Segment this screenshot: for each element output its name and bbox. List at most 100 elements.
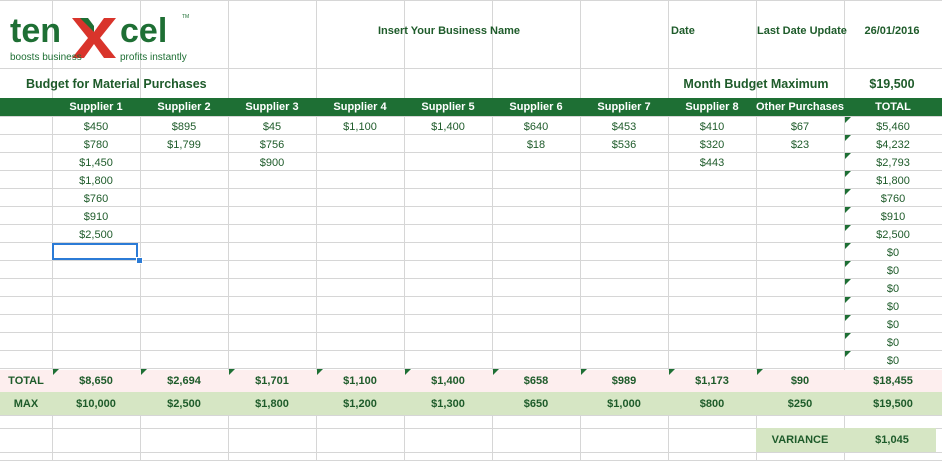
comment-indicator-icon bbox=[845, 297, 851, 303]
grid-hline bbox=[0, 350, 942, 351]
comment-indicator-icon bbox=[53, 369, 59, 375]
max-value[interactable]: $650 bbox=[492, 398, 580, 410]
table-cell[interactable]: $2,500 bbox=[52, 229, 140, 241]
total-value: $1,100 bbox=[343, 375, 377, 387]
max-value[interactable]: $1,000 bbox=[580, 398, 668, 410]
grid-hline bbox=[0, 206, 942, 207]
logo-brand-part1: ten bbox=[10, 12, 61, 50]
comment-indicator-icon bbox=[845, 207, 851, 213]
table-cell[interactable]: $23 bbox=[756, 139, 844, 151]
table-cell[interactable]: $1,400 bbox=[404, 121, 492, 133]
comment-indicator-icon bbox=[845, 189, 851, 195]
total-value: $18,455 bbox=[873, 375, 913, 387]
table-cell[interactable]: $5,460 bbox=[844, 121, 942, 133]
grid-hline bbox=[0, 314, 942, 315]
max-value[interactable]: $2,500 bbox=[140, 398, 228, 410]
max-value[interactable]: $800 bbox=[668, 398, 756, 410]
total-value: $989 bbox=[611, 375, 637, 387]
total-value: $1,173 bbox=[695, 375, 729, 387]
comment-indicator-icon bbox=[845, 243, 851, 249]
max-value[interactable]: $1,300 bbox=[404, 398, 492, 410]
comment-indicator-icon bbox=[845, 333, 851, 339]
fill-handle[interactable] bbox=[136, 257, 143, 264]
comment-indicator-icon bbox=[757, 369, 763, 375]
max-value[interactable]: $19,500 bbox=[844, 398, 942, 410]
table-cell[interactable]: $1,799 bbox=[140, 139, 228, 151]
table-cell[interactable]: $760 bbox=[52, 193, 140, 205]
comment-indicator-icon bbox=[845, 171, 851, 177]
total-value: $658 bbox=[523, 375, 549, 387]
logo-trademark: TM bbox=[182, 14, 189, 20]
table-cell[interactable]: $1,800 bbox=[844, 175, 942, 187]
table-cell[interactable]: $895 bbox=[140, 121, 228, 133]
table-cell[interactable]: $0 bbox=[844, 283, 942, 295]
logo-tagline-left: boosts business bbox=[10, 52, 82, 63]
table-cell[interactable]: $756 bbox=[228, 139, 316, 151]
table-cell[interactable]: $0 bbox=[844, 265, 942, 277]
table-cell[interactable]: $1,450 bbox=[52, 157, 140, 169]
table-cell[interactable]: $450 bbox=[52, 121, 140, 133]
comment-indicator-icon bbox=[845, 279, 851, 285]
max-value[interactable]: $250 bbox=[756, 398, 844, 410]
table-cell[interactable]: $0 bbox=[844, 301, 942, 313]
table-cell[interactable]: $900 bbox=[228, 157, 316, 169]
table-cell[interactable]: $910 bbox=[844, 211, 942, 223]
table-cell[interactable]: $0 bbox=[844, 337, 942, 349]
logo-tagline-right: profits instantly bbox=[120, 52, 187, 63]
column-header-supplier-1: Supplier 1 bbox=[69, 101, 123, 113]
table-cell[interactable]: $4,232 bbox=[844, 139, 942, 151]
logo-brand-part2: cel bbox=[120, 12, 167, 50]
table-cell[interactable]: $0 bbox=[844, 247, 942, 259]
table-cell[interactable]: $2,500 bbox=[844, 229, 942, 241]
table-cell[interactable]: $453 bbox=[580, 121, 668, 133]
total-value: $90 bbox=[790, 375, 810, 387]
comment-indicator-icon bbox=[669, 369, 675, 375]
last-update-value[interactable]: 26/01/2016 bbox=[845, 25, 939, 37]
comment-indicator-icon bbox=[493, 369, 499, 375]
selected-cell[interactable] bbox=[52, 243, 138, 260]
comment-indicator-icon bbox=[405, 369, 411, 375]
grid-hline bbox=[0, 0, 942, 1]
max-value[interactable]: $10,000 bbox=[52, 398, 140, 410]
month-budget-max-value[interactable]: $19,500 bbox=[845, 77, 939, 91]
grid-hline bbox=[0, 296, 942, 297]
comment-indicator-icon bbox=[845, 117, 851, 123]
table-cell[interactable]: $410 bbox=[668, 121, 756, 133]
column-header-total: TOTAL bbox=[875, 101, 911, 113]
date-label: Date bbox=[671, 25, 695, 37]
table-cell[interactable]: $0 bbox=[844, 319, 942, 331]
total-value: $1,400 bbox=[431, 375, 465, 387]
table-cell[interactable]: $780 bbox=[52, 139, 140, 151]
table-cell[interactable]: $45 bbox=[228, 121, 316, 133]
comment-indicator-icon bbox=[845, 261, 851, 267]
grid-hline bbox=[0, 170, 942, 171]
grid-hline bbox=[0, 188, 942, 189]
grid-hline bbox=[0, 224, 942, 225]
table-cell[interactable]: $320 bbox=[668, 139, 756, 151]
table-cell[interactable]: $2,793 bbox=[844, 157, 942, 169]
table-cell[interactable]: $760 bbox=[844, 193, 942, 205]
table-cell[interactable]: $640 bbox=[492, 121, 580, 133]
table-cell[interactable]: $0 bbox=[844, 355, 942, 367]
table-cell[interactable]: $67 bbox=[756, 121, 844, 133]
table-cell[interactable]: $443 bbox=[668, 157, 756, 169]
table-cell[interactable]: $1,100 bbox=[316, 121, 404, 133]
last-update-label: Last Date Update bbox=[757, 25, 847, 37]
table-cell[interactable]: $536 bbox=[580, 139, 668, 151]
variance-label: VARIANCE bbox=[771, 434, 829, 446]
grid-hline bbox=[0, 452, 942, 453]
table-cell[interactable]: $18 bbox=[492, 139, 580, 151]
grid-hline bbox=[0, 68, 942, 69]
month-budget-max-label: Month Budget Maximum bbox=[683, 77, 829, 91]
max-value[interactable]: $1,800 bbox=[228, 398, 316, 410]
comment-indicator-icon bbox=[845, 153, 851, 159]
table-cell[interactable]: $910 bbox=[52, 211, 140, 223]
column-header-supplier-7: Supplier 7 bbox=[597, 101, 651, 113]
comment-indicator-icon bbox=[845, 351, 851, 357]
business-name-cell[interactable]: Insert Your Business Name bbox=[318, 25, 580, 37]
max-value[interactable]: $1,200 bbox=[316, 398, 404, 410]
budget-title: Budget for Material Purchases bbox=[26, 77, 207, 91]
column-header-other-purchases: Other Purchases bbox=[756, 101, 845, 113]
variance-value[interactable]: $1,045 bbox=[845, 434, 939, 446]
table-cell[interactable]: $1,800 bbox=[52, 175, 140, 187]
